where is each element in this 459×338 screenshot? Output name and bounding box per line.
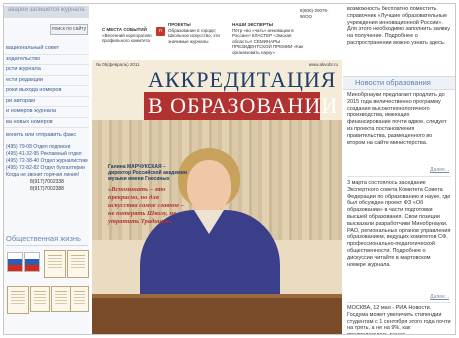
diploma-image[interactable] — [70, 286, 89, 312]
phone-line: (495) 79-08 Отдел подписки — [6, 144, 71, 150]
top-badge: 8(800)-20076-90ОО — [300, 8, 329, 19]
sidebar-item[interactable]: ва новых номеров — [4, 118, 89, 128]
top-col-text: «Весенний корпоратив» профильного комите… — [102, 32, 153, 44]
divider — [347, 176, 451, 177]
news-more-link[interactable]: Далее... — [430, 294, 449, 300]
cover-quote: «Вспоминать – это прекрасно, но для иску… — [108, 186, 184, 225]
flag-image[interactable] — [24, 252, 40, 272]
divider — [347, 302, 451, 303]
top-news-strip: С МЕСТА СОБЫТИЙ «Весенний корпоратив» пр… — [92, 4, 342, 60]
desk — [92, 298, 342, 334]
flag-image[interactable] — [7, 252, 23, 272]
phone-list: (495) 79-08 Отдел подписки (495) 41-32-9… — [6, 144, 88, 193]
top-col-text: Образование в городе; Школьное искусство… — [168, 27, 220, 44]
diploma-image[interactable] — [67, 250, 89, 278]
diploma-image[interactable] — [7, 286, 29, 314]
news-section-header[interactable]: Новости образования — [343, 76, 455, 90]
portrait-face — [187, 160, 231, 212]
search-bar[interactable]: аварии запишется журнала — [4, 6, 89, 18]
phone-line: 8(917)7002388 — [30, 186, 64, 192]
project-logo-icon: п — [156, 27, 165, 36]
diploma-image[interactable] — [30, 286, 50, 312]
news-more-link[interactable]: Далее... — [430, 167, 449, 173]
sidebar-item[interactable]: зодательство — [4, 55, 89, 65]
left-sidebar: аварии запишется журнала поиск по сайту … — [4, 4, 89, 334]
sidebar-item[interactable]: ести редакции — [4, 76, 89, 86]
phone-line: (495) 41-32-95 Рекламный отдел — [6, 151, 82, 157]
page-frame: аварии запишется журнала поиск по сайту … — [3, 3, 456, 335]
cover-title-line2: В ОБРАЗОВАНИИ — [148, 93, 339, 118]
news-item-text: 3 марта состоялось заседание Экспертного… — [347, 180, 451, 268]
phone-line: (495) 72-38-40 Отдел журналистики — [6, 158, 88, 164]
section-title[interactable]: Общественная жизнь — [6, 234, 88, 246]
subscription-text: возможность бесплатно поместить справочн… — [347, 6, 450, 46]
fax-title: вонить или отправить факс — [6, 132, 77, 138]
sidebar-item[interactable]: ри авторам — [4, 97, 89, 107]
top-col-events[interactable]: С МЕСТА СОБЫТИЙ «Весенний корпоратив» пр… — [102, 27, 154, 44]
sidebar-item[interactable]: рсти журнала — [4, 65, 89, 76]
cover-issue: № 05(февраль) 2011 — [96, 62, 140, 67]
phone-line: (495) 72-82-82 Отдел бухгалтерии — [6, 165, 85, 171]
phone-line: Когда не звонит горячая линия! — [6, 172, 79, 178]
cover-title-band: В ОБРАЗОВАНИИ — [144, 92, 337, 120]
diploma-image[interactable] — [51, 286, 71, 312]
cover-caption: Галина МАРЧУКСКАЯ – директор Российской … — [108, 164, 187, 182]
diploma-image[interactable] — [44, 250, 66, 278]
news-item-text: Минобрнауки предлагает продлить до 2015 … — [347, 92, 447, 146]
search-bar-text: аварии запишется журнала — [8, 7, 85, 13]
right-column: возможность бесплатно поместить справочн… — [343, 4, 455, 334]
sidebar-item[interactable]: роки выхода номеров — [4, 86, 89, 97]
top-col-experts[interactable]: НАШИ ЭКСПЕРТЫ Пётр «во «чать» инновации … — [232, 22, 308, 55]
news-section-title: Новости образования — [355, 78, 431, 87]
cover-title-line1: АККРЕДИТАЦИЯ — [148, 67, 337, 92]
phone-line: 8(917)7002338 — [30, 179, 64, 185]
news-item-text: МОСКВА, 12 мая - РИА Новости. Госдума мо… — [347, 305, 451, 334]
sidebar-menu: вациональный совет зодательство рсти жур… — [4, 44, 89, 128]
sidebar-item[interactable]: и номеров журнала — [4, 107, 89, 118]
top-col-projects[interactable]: ПРОЕКТЫ Образование в городе; Школьное и… — [168, 22, 224, 44]
top-col-text: Пётр «во «чать» инновации в России»! КЛА… — [232, 27, 304, 55]
sidebar-item[interactable]: вациональный совет — [4, 44, 89, 55]
magazine-cover[interactable]: № 05(февраль) 2011 www.akvobr.ru АККРЕДИ… — [92, 60, 342, 334]
top-col-heading: С МЕСТА СОБЫТИЙ — [102, 27, 147, 32]
search-button[interactable]: поиск по сайту — [50, 24, 88, 35]
